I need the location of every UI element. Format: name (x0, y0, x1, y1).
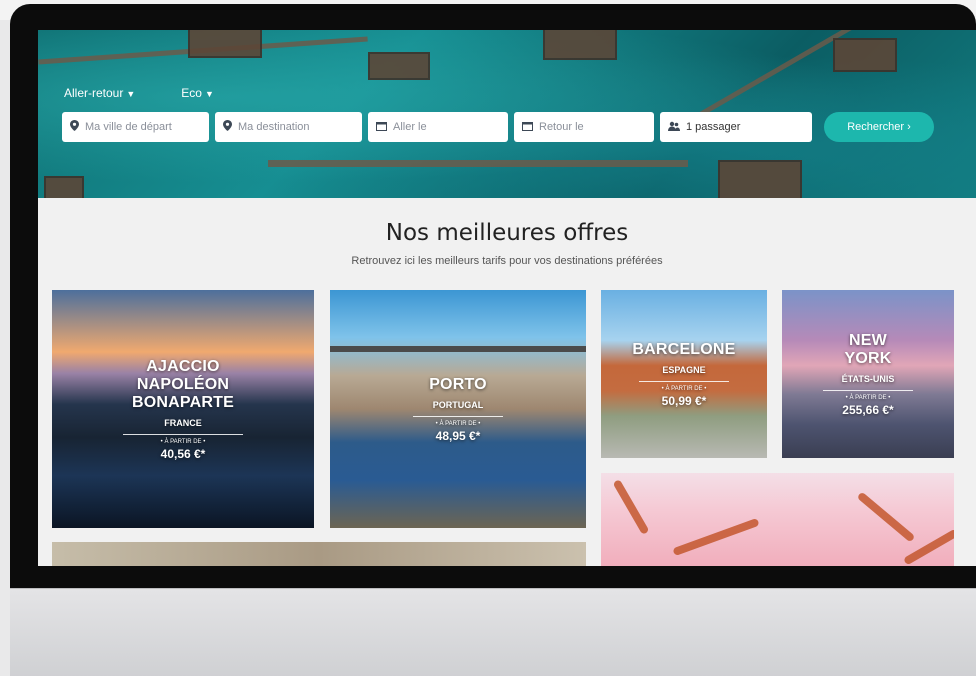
offer-city: PORTO (429, 375, 487, 393)
offer-city: NEW YORK (844, 331, 892, 367)
offer-card-overlay: PORTO PORTUGAL • À PARTIR DE • 48,95 €* (330, 290, 586, 528)
chevron-down-icon: ▼ (204, 89, 214, 99)
offer-from-label: • À PARTIR DE • (435, 420, 481, 427)
departure-date-input[interactable]: Aller le (368, 112, 508, 142)
destination-input[interactable]: Ma destination (215, 112, 362, 142)
hero-banner: Aller-retour ▼ Eco ▼ Ma ville de départ Ma… (38, 30, 976, 198)
calendar-icon (522, 121, 533, 134)
hut-decoration (718, 160, 802, 198)
destination-placeholder: Ma destination (238, 121, 310, 133)
offer-price: 50,99 €* (661, 393, 707, 408)
offer-card-partial-palm[interactable] (601, 473, 954, 566)
search-button[interactable]: Rechercher › (824, 112, 934, 142)
passengers-select[interactable]: 1 passager (660, 112, 812, 142)
departure-city-input[interactable]: Ma ville de départ (62, 112, 209, 142)
offer-country: ÉTATS-UNIS (841, 373, 895, 384)
hut-decoration (833, 38, 897, 72)
search-bar: Ma ville de départ Ma destination Aller … (62, 112, 934, 142)
offer-country: ESPAGNE (662, 364, 706, 375)
map-pin-icon (223, 120, 232, 134)
offer-country: PORTUGAL (432, 399, 484, 410)
offer-card-partial-bottom[interactable] (52, 542, 586, 566)
monitor-frame: Aller-retour ▼ Eco ▼ Ma ville de départ Ma… (10, 4, 976, 676)
return-date-input[interactable]: Retour le (514, 112, 654, 142)
passengers-value: 1 passager (686, 121, 741, 133)
offer-card-ajaccio[interactable]: AJACCIO NAPOLÉON BONAPARTE FRANCE • À PA… (52, 290, 314, 528)
palm-frond-decoration (612, 479, 650, 535)
hut-decoration (44, 176, 84, 198)
offer-divider (123, 433, 243, 435)
calendar-icon (376, 121, 387, 134)
offer-card-overlay: BARCELONE ESPAGNE • À PARTIR DE • 50,99 … (601, 290, 767, 458)
offer-from-label: • À PARTIR DE • (160, 438, 206, 445)
offer-card-overlay: NEW YORK ÉTATS-UNIS • À PARTIR DE • 255,… (782, 290, 954, 458)
monitor-chin (10, 588, 976, 676)
trip-type-label: Aller-retour (64, 86, 124, 100)
cabin-class-label: Eco (181, 86, 202, 100)
hut-decoration (368, 52, 430, 80)
offer-price: 40,56 €* (160, 446, 206, 461)
offer-price: 255,66 €* (842, 402, 894, 417)
trip-options: Aller-retour ▼ Eco ▼ (64, 86, 214, 100)
offer-card-porto[interactable]: PORTO PORTUGAL • À PARTIR DE • 48,95 €* (330, 290, 586, 528)
palm-frond-decoration (856, 491, 916, 543)
offers-subtitle: Retrouvez ici les meilleurs tarifs pour … (351, 255, 663, 267)
hut-decoration (188, 30, 262, 58)
return-date-placeholder: Retour le (539, 121, 584, 133)
offer-country: FRANCE (164, 417, 202, 428)
offer-price: 48,95 €* (435, 428, 481, 443)
palm-frond-decoration (672, 517, 760, 557)
hut-decoration (543, 30, 617, 60)
offer-city: BARCELONE (632, 340, 736, 358)
browser-screen: Aller-retour ▼ Eco ▼ Ma ville de départ Ma… (38, 30, 976, 566)
cabin-class-select[interactable]: Eco ▼ (181, 86, 214, 100)
offer-from-label: • À PARTIR DE • (845, 394, 891, 401)
offer-card-barcelone[interactable]: BARCELONE ESPAGNE • À PARTIR DE • 50,99 … (601, 290, 767, 458)
departure-city-placeholder: Ma ville de départ (85, 121, 172, 133)
offer-city: AJACCIO NAPOLÉON BONAPARTE (132, 357, 234, 411)
offer-from-label: • À PARTIR DE • (661, 385, 707, 392)
offer-divider (823, 389, 913, 391)
pier-decoration (268, 160, 688, 167)
departure-date-placeholder: Aller le (393, 121, 427, 133)
offers-title: Nos meilleures offres (385, 220, 629, 246)
users-icon (668, 121, 680, 134)
offer-divider (639, 380, 729, 382)
map-pin-icon (70, 120, 79, 134)
offer-divider (413, 415, 503, 417)
chevron-down-icon: ▼ (126, 89, 136, 99)
trip-type-select[interactable]: Aller-retour ▼ (64, 86, 135, 100)
offer-card-new-york[interactable]: NEW YORK ÉTATS-UNIS • À PARTIR DE • 255,… (782, 290, 954, 458)
offer-card-overlay: AJACCIO NAPOLÉON BONAPARTE FRANCE • À PA… (52, 290, 314, 528)
